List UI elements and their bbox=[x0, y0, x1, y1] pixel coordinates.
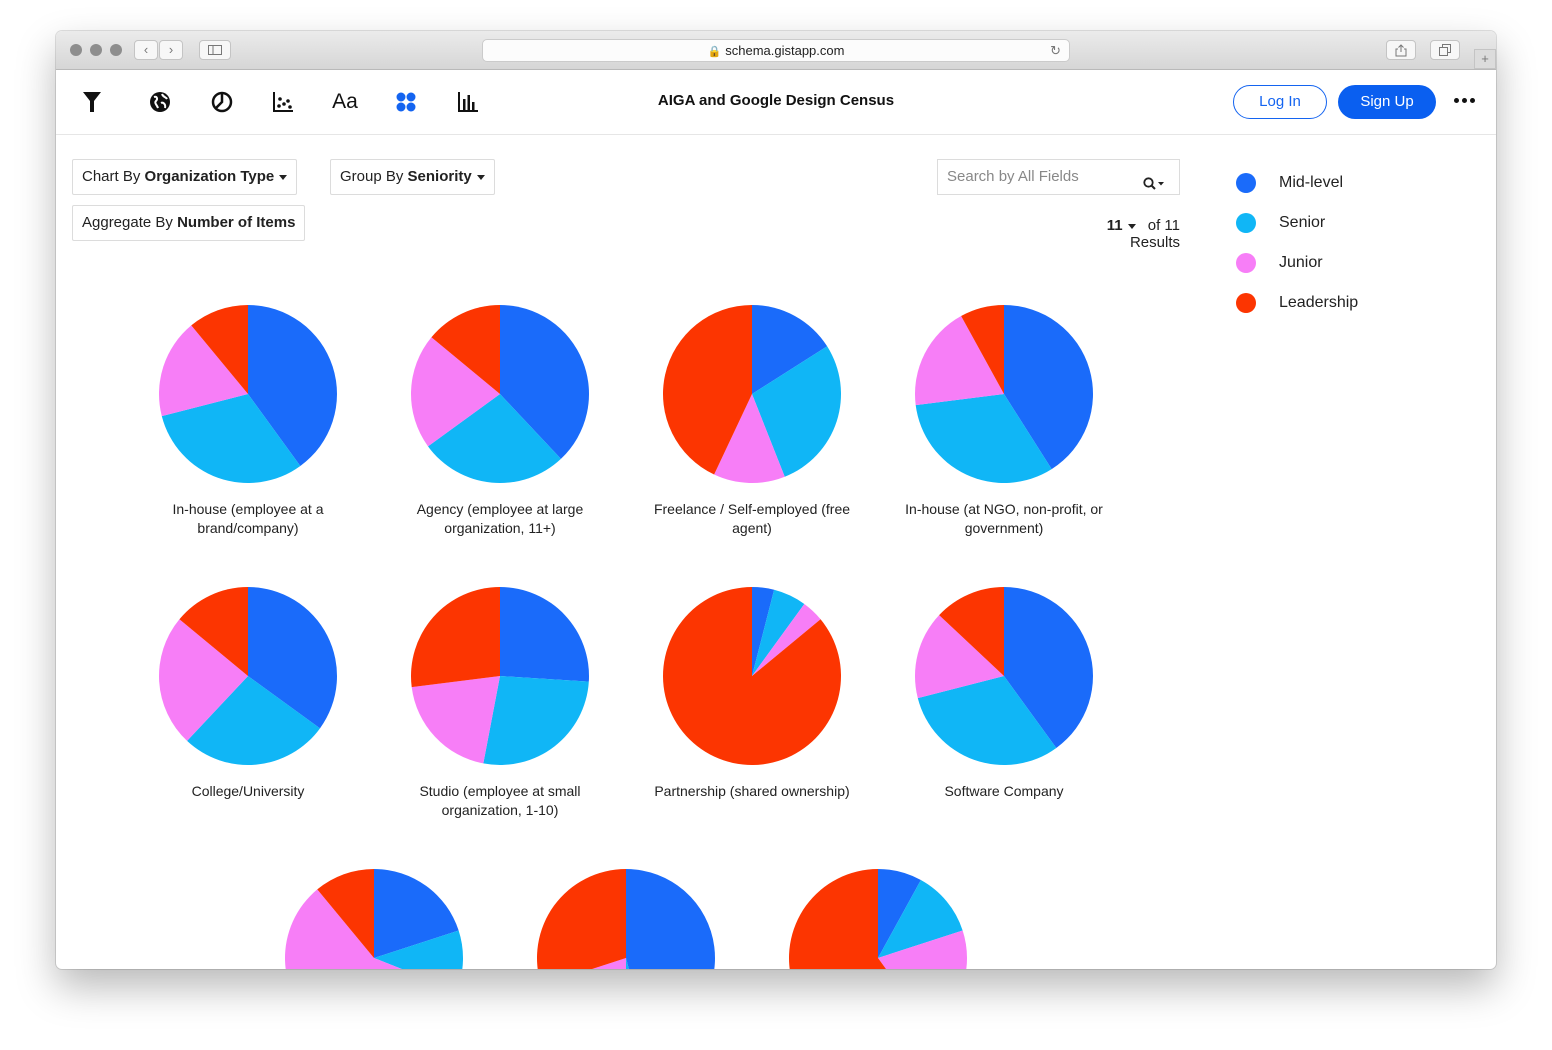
chevron-right-icon: › bbox=[168, 42, 174, 57]
pie-tool[interactable] bbox=[204, 70, 240, 134]
search-input[interactable]: Search by All Fields bbox=[937, 159, 1180, 195]
grid-tool[interactable] bbox=[388, 70, 424, 134]
pie-chart[interactable] bbox=[285, 869, 463, 969]
group-by-value: Seniority bbox=[407, 168, 472, 185]
pie-chart-label: Partnership (shared ownership) bbox=[654, 783, 850, 799]
pie-slice-mid-level[interactable] bbox=[626, 869, 715, 969]
more-options-icon[interactable] bbox=[1454, 98, 1475, 103]
pie-chart[interactable] bbox=[411, 587, 589, 765]
address-bar[interactable]: 🔒 schema.gistapp.com ↻ bbox=[482, 39, 1070, 62]
new-tab-button[interactable]: + bbox=[1474, 49, 1496, 69]
chevron-left-icon: ‹ bbox=[143, 42, 149, 57]
pie-chart-label: Agency (employee at large organization, … bbox=[416, 501, 584, 536]
forward-button[interactable]: › bbox=[159, 40, 183, 60]
pie-chart-label: Software Company bbox=[944, 783, 1064, 799]
pie-chart[interactable] bbox=[914, 587, 1093, 765]
legend-label: Senior bbox=[1279, 214, 1326, 231]
plus-icon: + bbox=[1481, 51, 1489, 66]
pie-slice-leadership[interactable] bbox=[537, 869, 626, 969]
chart-by-dropdown[interactable]: Chart By Organization Type bbox=[72, 159, 298, 195]
sidebar-toggle-button[interactable] bbox=[199, 40, 231, 60]
page-title: AIGA and Google Design Census bbox=[657, 92, 895, 109]
scatter-tool[interactable] bbox=[265, 70, 301, 134]
lock-icon: 🔒 bbox=[707, 46, 722, 58]
pie-chart[interactable] bbox=[663, 587, 842, 765]
share-icon bbox=[1395, 44, 1407, 57]
share-button[interactable] bbox=[1386, 40, 1416, 60]
filter-icon bbox=[83, 92, 101, 112]
pie-chart[interactable] bbox=[915, 305, 1094, 483]
minimize-window-button[interactable] bbox=[90, 44, 102, 56]
pie-chart[interactable] bbox=[159, 305, 337, 483]
caret-down-icon bbox=[279, 174, 288, 180]
scatter-icon bbox=[273, 92, 293, 112]
zoom-window-button[interactable] bbox=[110, 44, 122, 56]
pie-chart-label: College/University bbox=[191, 783, 305, 799]
group-by-dropdown[interactable]: Group By Seniority bbox=[330, 159, 495, 195]
pie-chart[interactable] bbox=[411, 305, 589, 483]
legend-label: Junior bbox=[1279, 254, 1323, 271]
bar-chart-icon bbox=[458, 92, 478, 112]
pie-chart-icon bbox=[211, 91, 233, 113]
globe-icon bbox=[150, 92, 170, 112]
tabs-icon bbox=[1439, 44, 1451, 56]
chart-by-value: Organization Type bbox=[144, 168, 275, 185]
legend-swatch bbox=[1236, 213, 1256, 233]
caret-down-icon bbox=[476, 174, 485, 180]
close-window-button[interactable] bbox=[70, 44, 82, 56]
chart-by-label: Chart By bbox=[82, 168, 141, 185]
aggregate-by-label: Aggregate By bbox=[82, 214, 173, 231]
legend-swatch bbox=[1236, 173, 1256, 193]
aggregate-by-value: Number of Items bbox=[177, 214, 296, 231]
browser-titlebar: ‹ › 🔒 schema.gistapp.com ↻ + bbox=[56, 31, 1496, 70]
reload-icon[interactable]: ↻ bbox=[1050, 40, 1061, 61]
login-button[interactable]: Log In bbox=[1233, 85, 1327, 119]
browser-window: ‹ › 🔒 schema.gistapp.com ↻ + Aa AIGA and… bbox=[56, 31, 1496, 969]
search-placeholder: Search by All Fields bbox=[947, 168, 1079, 185]
pie-chart[interactable] bbox=[789, 869, 967, 969]
legend-label: Leadership bbox=[1279, 294, 1359, 311]
filter-tool[interactable] bbox=[74, 70, 110, 134]
pie-chart[interactable] bbox=[537, 869, 715, 969]
pie-chart-label: In-house (at NGO, non-profit, or governm… bbox=[905, 501, 1103, 536]
signup-button[interactable]: Sign Up bbox=[1338, 85, 1436, 119]
pie-chart[interactable] bbox=[663, 305, 841, 483]
pie-chart[interactable] bbox=[159, 587, 338, 765]
pie-chart-grid: In-house (employee at a brand/company) Ag… bbox=[56, 231, 1206, 969]
text-icon[interactable]: Aa bbox=[327, 70, 363, 134]
legend-label: Mid-level bbox=[1279, 174, 1344, 191]
tabs-overview-button[interactable] bbox=[1430, 40, 1460, 60]
legend-swatch bbox=[1236, 253, 1256, 273]
pie-chart-label: Freelance / Self-employed (free agent) bbox=[653, 501, 851, 536]
pie-chart-label: Studio (employee at small organization, … bbox=[419, 783, 581, 818]
app-toolbar: Aa AIGA and Google Design Census Log In … bbox=[56, 70, 1496, 135]
url-text: schema.gistapp.com bbox=[725, 43, 845, 58]
caret-down-icon[interactable] bbox=[1127, 223, 1136, 229]
pie-chart-label: In-house (employee at a brand/company) bbox=[172, 501, 324, 536]
pie-slice-senior[interactable] bbox=[483, 676, 589, 765]
grid-icon bbox=[396, 92, 416, 112]
group-by-label: Group By bbox=[340, 168, 404, 185]
pie-charts-svg bbox=[159, 305, 1094, 969]
back-button[interactable]: ‹ bbox=[134, 40, 158, 60]
sidebar-icon bbox=[208, 45, 222, 55]
pie-slice-mid-level[interactable] bbox=[500, 587, 589, 682]
search-icon[interactable] bbox=[1143, 170, 1165, 204]
bar-tool[interactable] bbox=[450, 70, 486, 134]
legend-swatch bbox=[1236, 293, 1256, 313]
map-tool[interactable] bbox=[142, 70, 178, 134]
pie-slice-leadership[interactable] bbox=[411, 587, 500, 688]
